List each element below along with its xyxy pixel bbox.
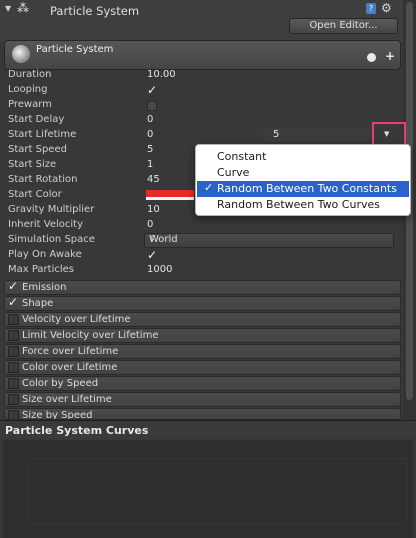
row-max-particles: Max Particles 1000 [0,263,403,278]
module-label: Size over Lifetime [22,394,112,405]
row-duration: Duration 10.00 [0,68,403,83]
component-title: Particle System [50,4,140,18]
start-lifetime-min-field[interactable]: 0 [147,129,153,140]
module-label: Force over Lifetime [22,346,119,357]
max-particles-field[interactable]: 1000 [147,264,172,275]
play-on-awake-label: Play On Awake [8,249,82,260]
module-size-over-lifetime[interactable]: Size over Lifetime [4,392,401,407]
module-label: Color by Speed [22,378,99,389]
size-by-speed-checkbox[interactable] [8,410,19,419]
module-force-over-lifetime[interactable]: Force over Lifetime [4,344,401,359]
module-label: Velocity over Lifetime [22,314,131,325]
inherit-velocity-field[interactable]: 0 [147,219,153,230]
simulation-space-label: Simulation Space [8,234,95,245]
module-color-over-lifetime[interactable]: Color over Lifetime [4,360,401,375]
max-particles-label: Max Particles [8,264,75,275]
curve-mode-popup-menu: Constant Curve ✓ Random Between Two Cons… [195,144,411,216]
module-size-by-speed[interactable]: Size by Speed [4,408,401,420]
color-over-lifetime-checkbox[interactable] [8,362,19,373]
velocity-over-lifetime-checkbox[interactable] [8,314,19,325]
start-size-field[interactable]: 1 [147,159,153,170]
menu-item-label: Constant [217,150,267,163]
module-label: Color over Lifetime [22,362,118,373]
gear-icon[interactable]: ⚙ [381,1,392,15]
checkmark-icon: ✓ [204,181,214,194]
curves-panel-header[interactable]: Particle System Curves [0,420,416,439]
module-header-label: Particle System [36,44,114,55]
duration-field[interactable]: 10.00 [147,69,176,80]
color-by-speed-checkbox[interactable] [8,378,19,389]
shape-checkbox[interactable]: ✓ [8,295,18,309]
duration-label: Duration [8,69,52,80]
row-start-delay: Start Delay 0 [0,113,403,128]
prewarm-label: Prewarm [8,99,52,110]
start-color-label: Start Color [8,189,62,200]
module-shape[interactable]: ✓ Shape [4,295,401,311]
simulation-space-dropdown[interactable]: World ⇕ [144,233,394,248]
row-prewarm: Prewarm [0,98,403,113]
gravity-multiplier-field[interactable]: 10 [147,204,160,215]
particle-system-sphere-icon [12,45,30,63]
open-editor-button[interactable]: Open Editor... [289,18,398,34]
play-on-awake-checkbox[interactable]: ✓ [147,248,157,262]
size-over-lifetime-checkbox[interactable] [8,394,19,405]
limit-velocity-over-lifetime-checkbox[interactable] [8,330,19,341]
force-over-lifetime-checkbox[interactable] [8,346,19,357]
minus-icon[interactable] [367,53,376,62]
curves-panel-title: Particle System Curves [5,424,149,437]
start-lifetime-max-field[interactable]: 5 [273,129,279,140]
module-emission[interactable]: ✓ Emission [4,279,401,295]
module-label: Size by Speed [22,410,93,420]
row-looping: Looping ✓ [0,83,403,98]
start-lifetime-label: Start Lifetime [8,129,77,140]
module-velocity-over-lifetime[interactable]: Velocity over Lifetime [4,312,401,327]
row-start-lifetime: Start Lifetime 0 5 [0,128,403,143]
module-limit-velocity-over-lifetime[interactable]: Limit Velocity over Lifetime [4,328,401,343]
start-delay-field[interactable]: 0 [147,114,153,125]
module-label: Limit Velocity over Lifetime [22,330,159,341]
module-label: Shape [22,298,54,309]
row-play-on-awake: Play On Awake ✓ [0,248,403,263]
menu-item-curve[interactable]: Curve [197,165,409,181]
start-delay-label: Start Delay [8,114,65,125]
menu-item-constant[interactable]: Constant [197,149,409,165]
start-size-label: Start Size [8,159,57,170]
menu-item-label: Random Between Two Curves [217,198,380,211]
module-color-by-speed[interactable]: Color by Speed [4,376,401,391]
gravity-multiplier-label: Gravity Multiplier [8,204,95,215]
inherit-velocity-label: Inherit Velocity [8,219,83,230]
start-rotation-label: Start Rotation [8,174,78,185]
start-speed-label: Start Speed [8,144,67,155]
plus-icon[interactable]: + [385,49,395,63]
collapse-arrow-icon[interactable]: ▼ [5,4,11,13]
curves-graph-area[interactable] [26,458,408,524]
start-color-swatch[interactable] [146,190,194,200]
particle-system-module-header[interactable]: Particle System + [4,40,401,70]
module-label: Emission [22,282,67,293]
help-icon[interactable]: ? [366,3,376,14]
updown-arrows-icon: ⇕ [149,234,156,243]
start-rotation-field[interactable]: 45 [147,174,160,185]
row-inherit-velocity: Inherit Velocity 0 [0,218,403,233]
menu-item-label: Random Between Two Constants [217,182,397,195]
menu-item-random-between-two-constants[interactable]: ✓ Random Between Two Constants [197,181,409,197]
start-speed-field[interactable]: 5 [147,144,153,155]
looping-label: Looping [8,84,48,95]
emission-checkbox[interactable]: ✓ [8,279,18,293]
prewarm-checkbox[interactable] [147,101,157,111]
menu-item-random-between-two-curves[interactable]: Random Between Two Curves [197,197,409,213]
inspector-header: ▼ ⁂ Particle System ? ⚙ Open Editor... [0,0,403,42]
particle-system-icon: ⁂ [17,1,29,15]
menu-item-label: Curve [217,166,250,179]
looping-checkbox[interactable]: ✓ [147,83,157,97]
row-simulation-space: Simulation Space World ⇕ [0,233,403,248]
